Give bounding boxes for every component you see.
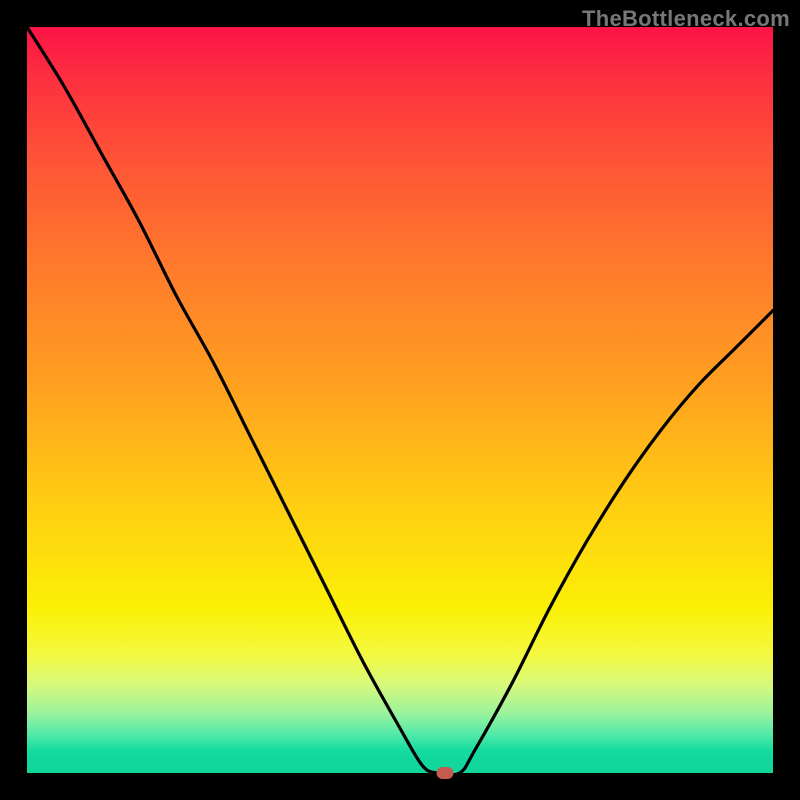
plot-area (27, 27, 773, 773)
chart-frame: TheBottleneck.com (0, 0, 800, 800)
bottleneck-curve (27, 27, 773, 773)
watermark-text: TheBottleneck.com (582, 6, 790, 32)
optimum-marker (436, 767, 453, 779)
